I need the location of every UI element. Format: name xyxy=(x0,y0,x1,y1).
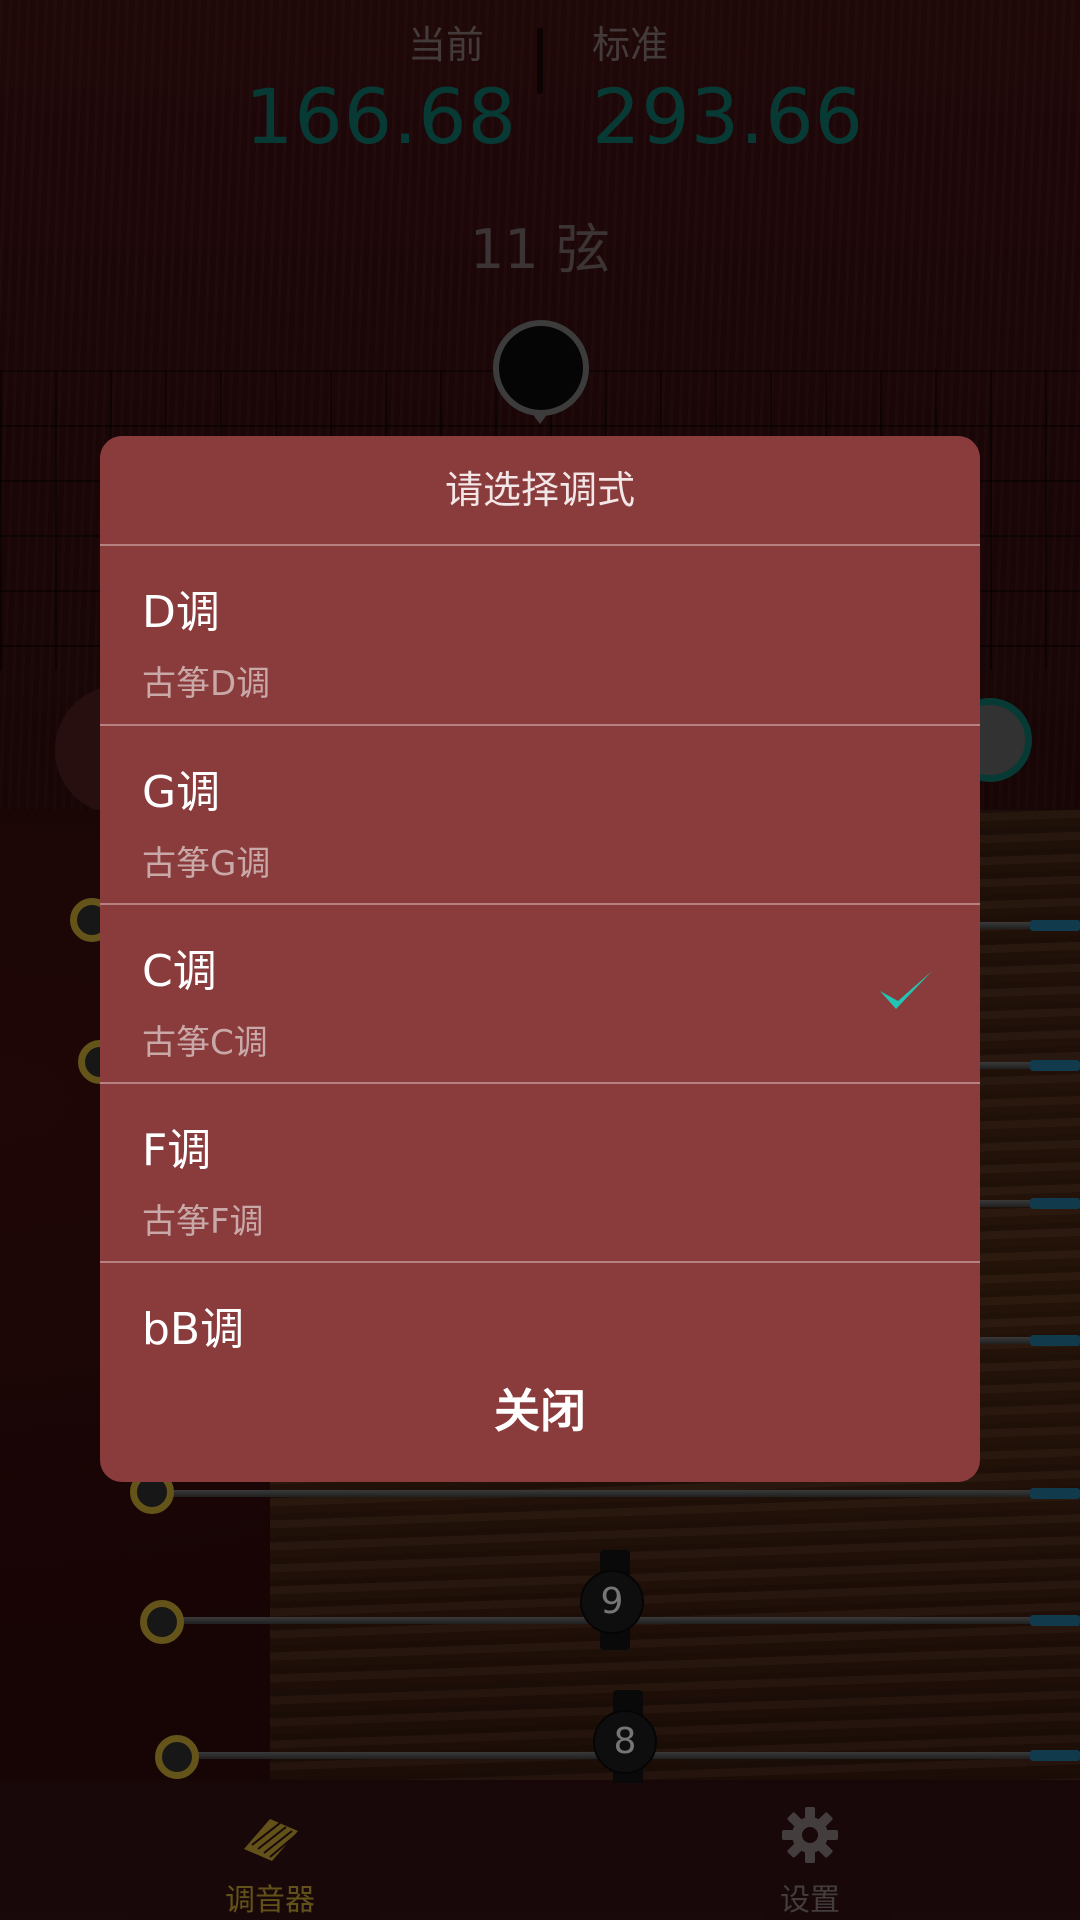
option-name: G调 xyxy=(142,767,221,818)
checkmark-icon xyxy=(880,971,932,1009)
mode-select-dialog: 请选择调式 D调 古筝D调 G调 古筝G调 C调 古筝C调 F调 古筝F调 bB… xyxy=(100,436,980,1482)
option-d[interactable]: D调 古筝D调 xyxy=(100,546,980,724)
option-name: C调 xyxy=(142,946,217,997)
option-description: 古筝G调 xyxy=(142,844,271,884)
close-button[interactable]: 关闭 xyxy=(100,1366,980,1456)
option-name: bB调 xyxy=(142,1304,245,1355)
option-bb[interactable]: bB调 xyxy=(100,1263,980,1373)
option-f[interactable]: F调 古筝F调 xyxy=(100,1084,980,1262)
option-description: 古筝C调 xyxy=(142,1023,268,1063)
option-name: F调 xyxy=(142,1125,212,1176)
option-c[interactable]: C调 古筝C调 xyxy=(100,905,980,1083)
option-name: D调 xyxy=(142,587,220,638)
option-description: 古筝D调 xyxy=(142,664,271,704)
option-description: 古筝F调 xyxy=(142,1202,264,1242)
option-g[interactable]: G调 古筝G调 xyxy=(100,726,980,904)
dialog-title: 请选择调式 xyxy=(444,468,635,512)
